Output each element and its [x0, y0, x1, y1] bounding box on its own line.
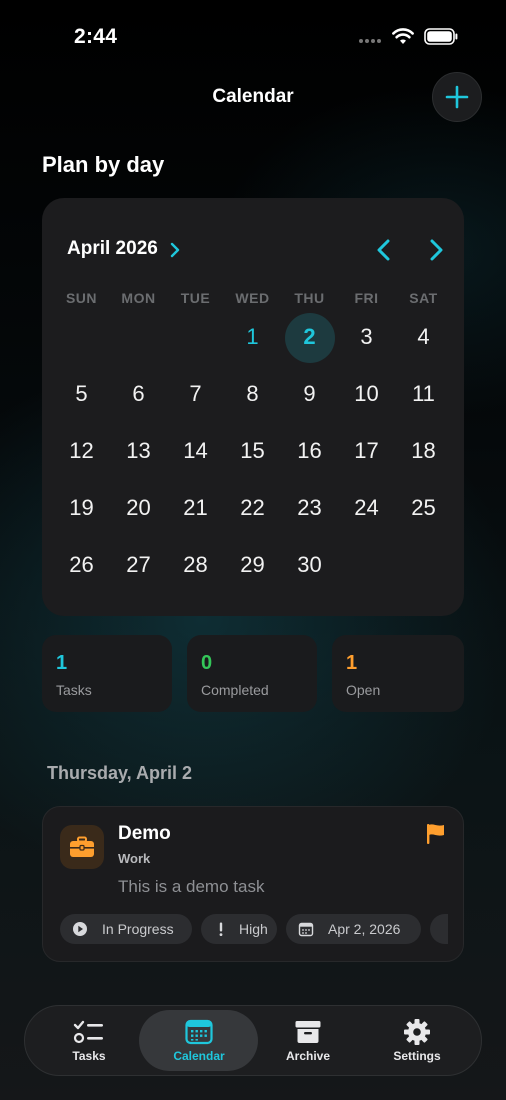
tab-label: Calendar — [173, 1049, 225, 1063]
tab-calendar[interactable]: Calendar — [144, 1010, 254, 1071]
calendar-icon — [183, 1018, 215, 1046]
calendar-day[interactable]: 28 — [167, 545, 224, 585]
calendar-day[interactable]: 12 — [53, 431, 110, 471]
calendar-icon — [298, 921, 314, 937]
task-category: Work — [118, 851, 151, 866]
gear-icon — [401, 1018, 433, 1046]
month-label[interactable]: April 2026 — [67, 238, 158, 260]
chip-label: High — [239, 921, 268, 937]
calendar-day[interactable]: 22 — [224, 488, 281, 528]
task-chip-row: In Progress High Apr 2, 2026 — [60, 914, 448, 944]
tab-archive[interactable]: Archive — [253, 1010, 363, 1071]
calendar-day[interactable]: 15 — [224, 431, 281, 471]
cellular-signal-icon — [359, 39, 385, 45]
calendar-day[interactable]: 21 — [167, 488, 224, 528]
calendar-day[interactable]: 10 — [338, 374, 395, 414]
weekday-label: THU — [294, 290, 325, 306]
task-description: This is a demo task — [118, 877, 265, 896]
stat-label: Tasks — [56, 682, 92, 698]
calendar-day[interactable]: 17 — [338, 431, 395, 471]
weekday-label: FRI — [354, 290, 379, 306]
stat-label: Completed — [201, 682, 269, 698]
tab-label: Settings — [393, 1049, 441, 1063]
play-circle-icon — [72, 921, 88, 937]
calendar-day[interactable]: 4 — [395, 317, 452, 357]
weekday-label: SUN — [65, 290, 98, 306]
calendar-day[interactable]: 2 — [281, 317, 338, 357]
due-date-chip: Apr 2, 2026 — [286, 914, 421, 944]
calendar-day[interactable]: 27 — [110, 545, 167, 585]
calendar-day[interactable]: 9 — [281, 374, 338, 414]
previous-month-button[interactable] — [372, 237, 396, 263]
stat-value: 0 — [201, 652, 213, 674]
calendar-day[interactable]: 7 — [167, 374, 224, 414]
stat-value: 1 — [346, 652, 358, 674]
weekday-label: MON — [121, 290, 156, 306]
briefcase-icon — [60, 825, 104, 869]
checklist-icon — [73, 1018, 105, 1046]
archive-box-icon — [292, 1018, 324, 1046]
calendar-day[interactable]: 3 — [338, 317, 395, 357]
page-title: Calendar — [212, 86, 294, 107]
task-title: Demo — [118, 823, 171, 844]
calendar-day[interactable]: 14 — [167, 431, 224, 471]
chip-label: In Progress — [102, 921, 174, 937]
add-task-button[interactable] — [432, 72, 482, 122]
calendar-day[interactable]: 6 — [110, 374, 167, 414]
stat-card-completed: 0 Completed — [187, 635, 317, 712]
overflow-chip — [430, 914, 448, 944]
calendar-day[interactable]: 18 — [395, 431, 452, 471]
stat-card-tasks: 1 Tasks — [42, 635, 172, 712]
wifi-icon — [392, 28, 414, 44]
flag-icon — [427, 824, 444, 844]
tab-settings[interactable]: Settings — [362, 1010, 472, 1071]
status-time: 2:44 — [74, 25, 118, 48]
section-title: Plan by day — [42, 152, 165, 177]
calendar-day[interactable]: 19 — [53, 488, 110, 528]
chevron-right-icon[interactable] — [169, 241, 181, 259]
status-chip: In Progress — [60, 914, 192, 944]
next-month-button[interactable] — [424, 237, 448, 263]
tab-label: Tasks — [72, 1049, 106, 1063]
calendar-day[interactable]: 23 — [281, 488, 338, 528]
tab-tasks[interactable]: Tasks — [34, 1010, 144, 1071]
weekday-label: SAT — [409, 290, 438, 306]
plus-icon — [445, 85, 469, 109]
stat-card-open: 1 Open — [332, 635, 464, 712]
calendar-day[interactable]: 25 — [395, 488, 452, 528]
calendar-day[interactable]: 1 — [224, 317, 281, 357]
stat-label: Open — [346, 682, 381, 698]
chip-label: Apr 2, 2026 — [328, 921, 401, 937]
calendar-day[interactable]: 29 — [224, 545, 281, 585]
calendar-day[interactable]: 11 — [395, 374, 452, 414]
calendar-day[interactable]: 8 — [224, 374, 281, 414]
weekday-label: WED — [235, 290, 270, 306]
battery-icon — [424, 28, 458, 45]
calendar-day[interactable]: 30 — [281, 545, 338, 585]
calendar-day[interactable]: 16 — [281, 431, 338, 471]
stat-value: 1 — [56, 652, 68, 674]
exclamation-icon — [213, 921, 229, 937]
selected-date-heading: Thursday, April 2 — [47, 763, 193, 783]
calendar-day[interactable]: 5 — [53, 374, 110, 414]
priority-chip: High — [201, 914, 277, 944]
calendar-day[interactable]: 26 — [53, 545, 110, 585]
weekday-label: TUE — [180, 290, 211, 306]
calendar-day[interactable]: 24 — [338, 488, 395, 528]
calendar-day[interactable]: 20 — [110, 488, 167, 528]
calendar-day[interactable]: 13 — [110, 431, 167, 471]
tab-label: Archive — [285, 1049, 331, 1063]
